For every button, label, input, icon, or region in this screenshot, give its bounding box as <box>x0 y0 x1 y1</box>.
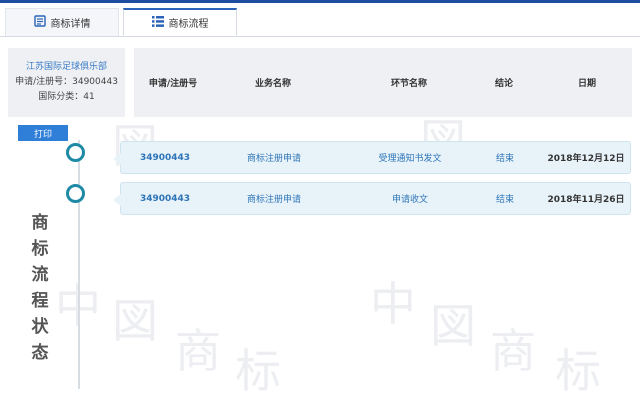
tab-bar: 商标详情 商标流程 <box>0 3 640 37</box>
print-button[interactable]: 打印 <box>18 125 68 141</box>
row-date: 2018年11月26日 <box>547 195 625 205</box>
timeline-line <box>78 140 80 389</box>
row-result: 结束 <box>495 195 514 205</box>
row-reg-no: 34900443 <box>139 193 191 204</box>
timeline-node-circle-icon <box>66 184 85 203</box>
tab-trademark-details[interactable]: 商标详情 <box>5 8 119 36</box>
timeline-title-char: 商 <box>31 213 49 233</box>
column-header-reg-no: 申请/注册号 <box>148 79 198 89</box>
tab-trademark-process[interactable]: 商标流程 <box>123 8 237 36</box>
timeline-title-char: 程 <box>31 291 49 311</box>
column-header-date: 日期 <box>577 79 596 89</box>
table-row: 34900443 商标注册申请 受理通知书发文 结束 2018年12月12日 <box>113 141 631 174</box>
column-header-stage: 环节名称 <box>390 79 427 89</box>
list-icon <box>151 15 164 30</box>
column-header-result: 结论 <box>494 79 513 89</box>
timeline-title-char: 状 <box>31 317 49 337</box>
tab-label: 商标详情 <box>50 19 91 30</box>
row-business: 商标注册申请 <box>246 154 301 164</box>
timeline-title: 商 标 流 程 状 态 <box>25 210 55 366</box>
table-header: 申请/注册号 业务名称 环节名称 结论 日期 <box>134 48 632 117</box>
timeline-node-circle-icon <box>66 143 85 162</box>
international-class: 国际分类：41 <box>38 92 95 102</box>
table-row: 34900443 商标注册申请 申请收文 结束 2018年11月26日 <box>113 182 631 215</box>
row-stage: 受理通知书发文 <box>378 154 442 164</box>
timeline-title-char: 标 <box>31 239 49 259</box>
row-business: 商标注册申请 <box>246 195 301 205</box>
document-icon <box>33 15 46 30</box>
tab-label: 商标流程 <box>168 19 209 30</box>
timeline-title-char: 流 <box>31 265 49 285</box>
timeline-title-char: 态 <box>31 343 49 363</box>
trademark-info-box: 江苏国际足球俱乐部 申请/注册号：34900443 国际分类：41 <box>8 48 125 117</box>
row-stage: 申请收文 <box>391 195 428 205</box>
row-reg-no: 34900443 <box>139 152 191 163</box>
registration-number: 申请/注册号：34900443 <box>15 77 118 87</box>
trademark-name: 江苏国际足球俱乐部 <box>25 62 107 72</box>
row-result: 结束 <box>495 154 514 164</box>
column-header-business: 业务名称 <box>254 79 291 89</box>
row-date: 2018年12月12日 <box>547 154 625 164</box>
